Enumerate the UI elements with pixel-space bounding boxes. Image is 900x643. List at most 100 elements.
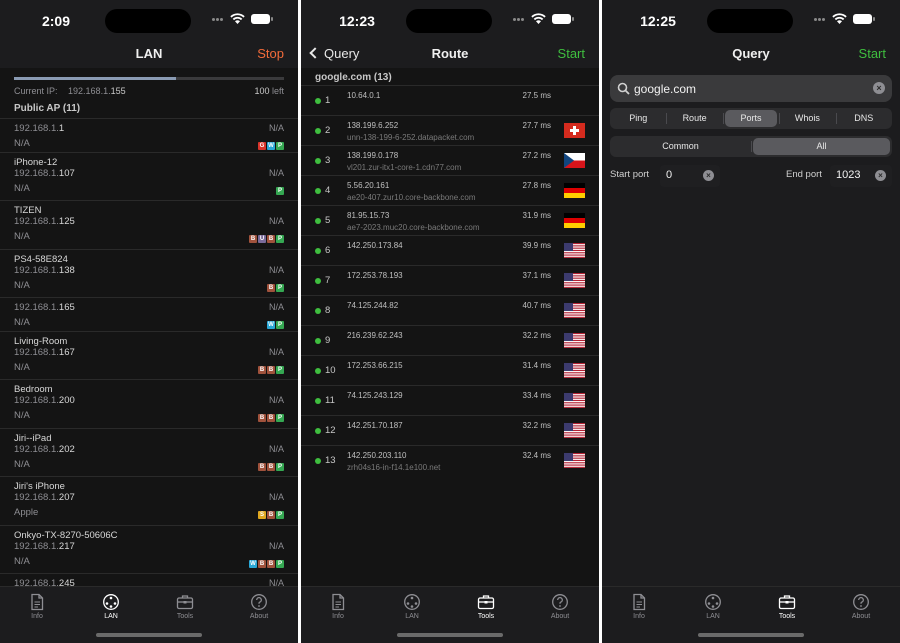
service-badges: BP	[266, 281, 284, 292]
section-header: Public AP (11)	[14, 103, 81, 114]
tab-about[interactable]: About	[229, 593, 289, 620]
left-count: 100	[254, 86, 270, 96]
device-row[interactable]: Onkyo-TX-8270-50606C 192.168.1.217 N/A N/A W…	[0, 524, 298, 574]
hop-row[interactable]: 3 138.199.0.178 vl201.zur-itx1-core-1.cdn7…	[301, 145, 599, 175]
stop-button[interactable]: Stop	[257, 46, 284, 61]
service-badge: W	[267, 142, 275, 150]
device-row[interactable]: Jiri--iPad 192.168.1.202 N/A N/A B B P	[0, 427, 298, 477]
hop-number: 12	[325, 425, 336, 436]
tab-lan[interactable]: LAN	[382, 593, 442, 620]
toolbox-icon	[477, 593, 495, 611]
question-icon	[250, 593, 268, 611]
status-dot	[315, 158, 321, 164]
status-dot	[315, 248, 321, 254]
tab-about[interactable]: About	[530, 593, 590, 620]
hop-number: 1	[325, 95, 331, 106]
hop-row[interactable]: 5 81.95.15.73 ae7-2023.muc20.core-backbone…	[301, 205, 599, 235]
hop-row[interactable]: 7 172.253.78.193 37.1 ms	[301, 265, 599, 295]
start-button[interactable]: Start	[859, 46, 886, 61]
status-time: 12:25	[640, 13, 676, 29]
start-port-field[interactable]: 0 ×	[660, 165, 720, 187]
hop-row[interactable]: 1 10.64.0.1 27.5 ms	[301, 85, 599, 115]
tab-lan[interactable]: LAN	[683, 593, 743, 620]
lan-icon	[704, 593, 722, 611]
hop-number: 5	[325, 215, 331, 226]
tool-option-ports[interactable]: Ports	[724, 110, 778, 127]
hop-row[interactable]: 6 142.250.173.84 39.9 ms	[301, 235, 599, 265]
tool-segmented-control: Ping Route Ports Whois DNS	[610, 108, 892, 129]
service-badge: B	[258, 559, 266, 568]
hop-row[interactable]: 2 138.199.6.252 unn-138-199-6-252.datapack…	[301, 115, 599, 145]
tab-info[interactable]: Info	[7, 593, 67, 620]
end-port-field[interactable]: 1023 ×	[830, 165, 892, 187]
hop-number: 9	[325, 335, 331, 346]
clear-search-icon[interactable]: ×	[873, 82, 885, 94]
tab-info[interactable]: Info	[609, 593, 669, 620]
hop-row[interactable]: 9 216.239.62.243 32.2 ms	[301, 325, 599, 355]
device-mac: N/A	[268, 167, 284, 178]
tab-lan[interactable]: LAN	[81, 593, 141, 620]
tab-info[interactable]: Info	[308, 593, 368, 620]
device-row[interactable]: Bedroom 192.168.1.200 N/A N/A B B P	[0, 379, 298, 428]
hop-address: 172.253.66.215	[347, 361, 403, 370]
search-input[interactable]: google.com ×	[610, 75, 892, 102]
tool-option-route[interactable]: Route	[668, 110, 720, 127]
mode-option-common[interactable]: Common	[612, 138, 749, 155]
device-row[interactable]: PS4-58E824 192.168.1.138 N/A N/A B P	[0, 248, 298, 298]
tab-tools[interactable]: Tools	[456, 593, 516, 620]
device-row[interactable]: 192.168.1.165 N/A N/A W P	[0, 297, 298, 331]
device-mac: N/A	[268, 346, 284, 357]
hop-latency: 37.1 ms	[522, 271, 551, 280]
hop-row[interactable]: 10 172.253.66.215 31.4 ms	[301, 355, 599, 385]
home-indicator	[96, 633, 202, 637]
device-mac: N/A	[268, 443, 284, 454]
page-title: Query	[732, 46, 770, 61]
device-row[interactable]: Living-Room 192.168.1.167 N/A N/A B B P	[0, 330, 298, 380]
tab-tools[interactable]: Tools	[757, 593, 817, 620]
hop-row[interactable]: 4 5.56.20.161 ae20-407.zur10.core-backbone…	[301, 175, 599, 205]
hop-address: 142.251.70.187	[347, 421, 403, 430]
current-ip-line: Current IP: 192.168.1.155 100 left	[14, 86, 284, 96]
start-button[interactable]: Start	[558, 46, 585, 61]
tab-bar: Info LAN Tools About	[0, 586, 298, 643]
tab-label: Info	[633, 613, 645, 620]
wifi-icon	[832, 13, 847, 24]
status-bar: 12:23	[301, 0, 599, 38]
tab-tools[interactable]: Tools	[155, 593, 215, 620]
device-ip-prefix: 192.168.1.	[14, 492, 59, 503]
tool-option-whois[interactable]: Whois	[781, 110, 833, 127]
mode-option-all[interactable]: All	[753, 138, 890, 155]
segment-divider	[722, 113, 724, 124]
device-ip-prefix: 192.168.1.	[14, 346, 59, 358]
device-vendor: N/A	[14, 182, 30, 194]
device-ip: 192.168.1.207	[14, 492, 75, 503]
service-badge: B	[249, 235, 257, 243]
signal-icon	[814, 18, 826, 22]
device-row[interactable]: iPhone-12 192.168.1.107 N/A N/A P	[0, 151, 298, 201]
tool-option-ping[interactable]: Ping	[612, 110, 664, 127]
hop-row[interactable]: 11 74.125.243.129 33.4 ms	[301, 385, 599, 415]
device-ip-prefix: 192.168.1.	[14, 167, 59, 179]
device-row[interactable]: Jiri's iPhone 192.168.1.207 N/A Apple S B P	[0, 476, 298, 525]
device-name: Living-Room	[14, 335, 68, 347]
device-mac: N/A	[268, 302, 284, 312]
device-row[interactable]: TIZEN 192.168.1.125 N/A N/A B U B P	[0, 200, 298, 249]
hop-row[interactable]: 8 74.125.244.82 40.7 ms	[301, 295, 599, 325]
nav-bar: Query Start	[602, 38, 900, 68]
device-mac: N/A	[268, 492, 284, 502]
tab-about[interactable]: About	[831, 593, 891, 620]
device-row[interactable]: 192.168.1.1 N/A N/A G W P	[0, 118, 298, 152]
clear-start-port-icon[interactable]: ×	[703, 170, 714, 181]
hop-row[interactable]: 13 142.250.203.110 zrh04s16-in-f14.1e100.n…	[301, 445, 599, 475]
tool-option-dns[interactable]: DNS	[838, 110, 890, 127]
service-badge: B	[267, 559, 275, 568]
us-flag-icon	[564, 453, 585, 468]
status-dot	[315, 128, 321, 134]
device-ip-prefix: 192.168.1.	[14, 443, 59, 455]
device-mac: N/A	[268, 578, 284, 586]
hop-number: 7	[325, 275, 331, 286]
clear-end-port-icon[interactable]: ×	[875, 170, 886, 181]
service-badge: B	[267, 365, 275, 374]
device-row[interactable]: 192.168.1.245 N/A	[0, 573, 298, 586]
hop-row[interactable]: 12 142.251.70.187 32.2 ms	[301, 415, 599, 445]
